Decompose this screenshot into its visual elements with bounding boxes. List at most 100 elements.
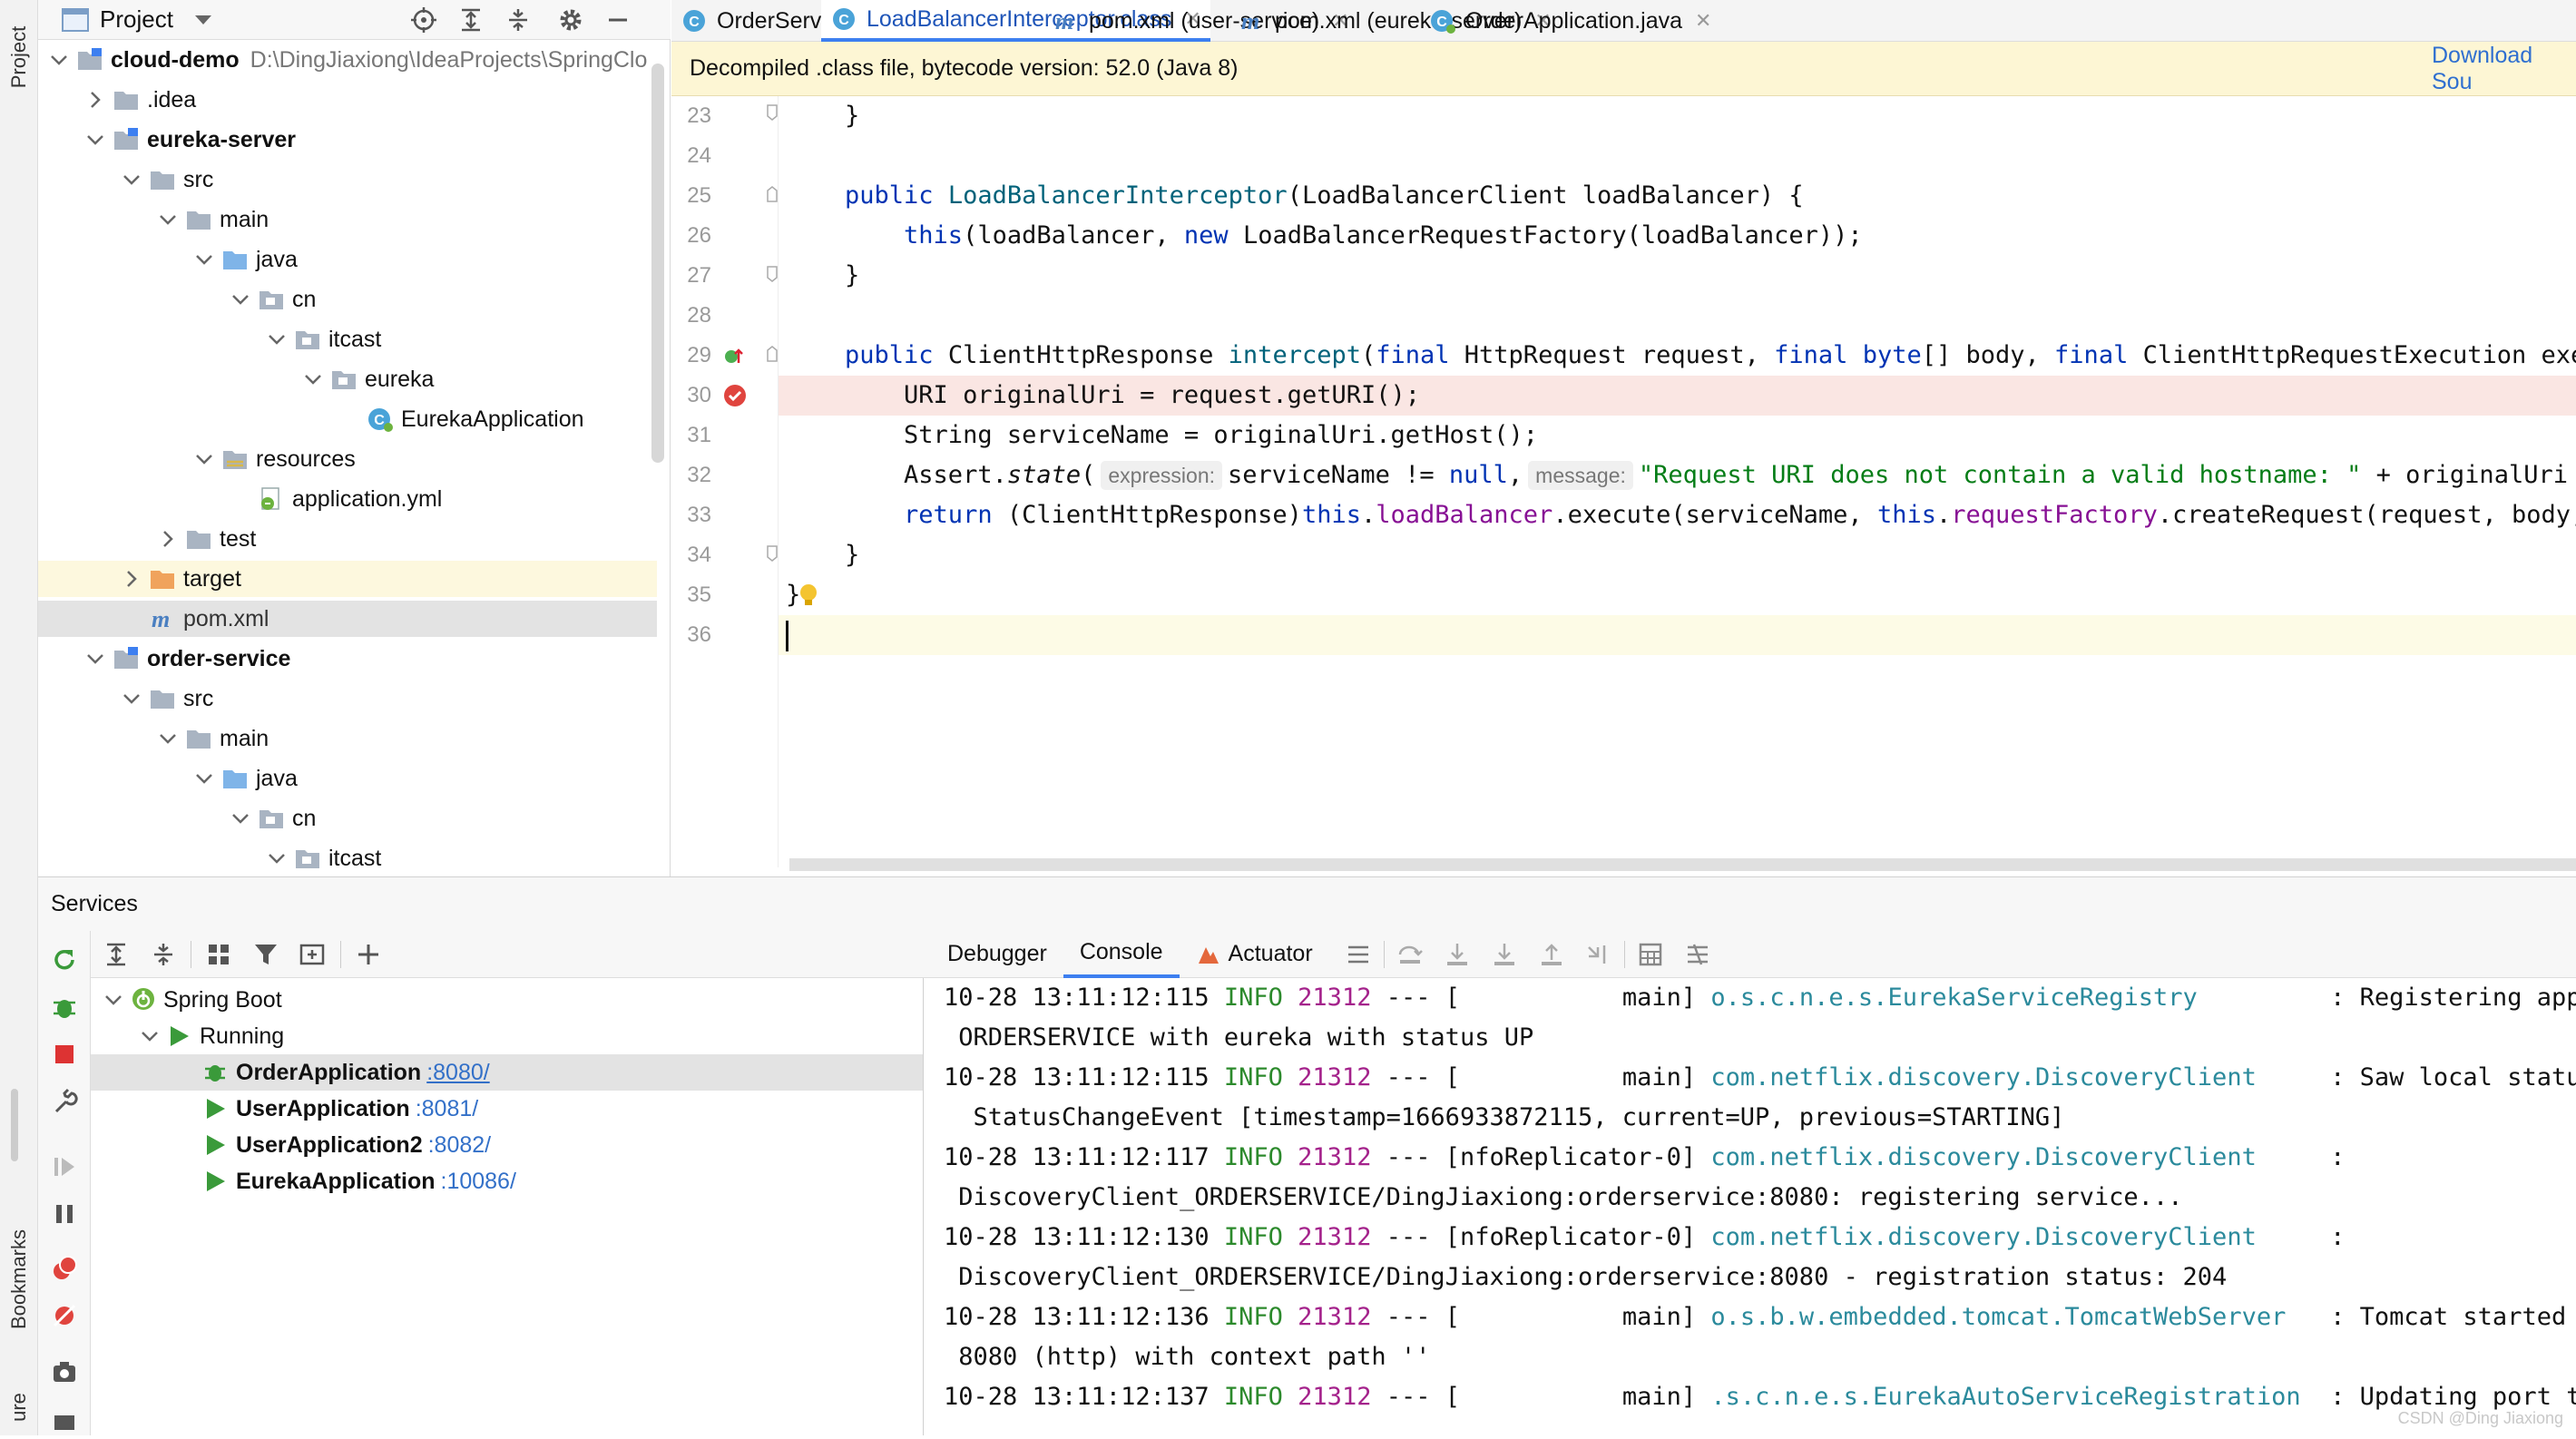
service-node-userapplication2[interactable]: UserApplication2 :8082/	[91, 1127, 923, 1163]
chevron-down-icon[interactable]	[194, 449, 214, 469]
hide-panel-icon[interactable]	[600, 2, 636, 38]
tab-console[interactable]: Console	[1063, 931, 1180, 978]
editor-horizontal-scrollbar[interactable]	[789, 858, 2576, 871]
stripe-drag-handle[interactable]	[11, 1089, 18, 1161]
run-to-cursor-icon[interactable]	[1581, 936, 1617, 973]
service-port-link[interactable]: :8082/	[428, 1132, 492, 1159]
tree-item[interactable]: mpom.xml	[38, 601, 657, 637]
tree-item[interactable]: cloud-demoD:\DingJiaxiong\IdeaProjects\S…	[38, 42, 657, 78]
chevron-down-icon[interactable]	[194, 768, 214, 788]
filter-icon[interactable]	[248, 936, 284, 973]
tree-item[interactable]: application.yml	[38, 481, 657, 517]
chevron-right-icon[interactable]	[85, 90, 105, 110]
bookmarks-tool-button[interactable]: Bookmarks	[2, 1198, 36, 1361]
tree-item[interactable]: itcast	[38, 321, 657, 357]
service-port-link[interactable]: :10086/	[441, 1169, 516, 1195]
tree-item[interactable]: order-service	[38, 641, 657, 677]
force-step-into-icon[interactable]	[1486, 936, 1523, 973]
fold-marker-icon[interactable]	[766, 103, 779, 122]
collapse-all-icon[interactable]	[500, 2, 536, 38]
tree-item[interactable]: CEurekaApplication	[38, 401, 657, 437]
close-tab-icon[interactable]: ✕	[1695, 9, 1711, 33]
new-service-group-icon[interactable]	[295, 936, 331, 973]
expand-all-icon[interactable]	[98, 936, 134, 973]
tree-item[interactable]: java	[38, 241, 657, 278]
tree-item[interactable]: cn	[38, 800, 657, 837]
chevron-down-icon[interactable]	[267, 329, 287, 349]
expand-all-icon[interactable]	[453, 2, 489, 38]
tree-item[interactable]: src	[38, 680, 657, 717]
chevron-down-icon[interactable]	[194, 250, 214, 269]
layout-icon[interactable]	[46, 1403, 83, 1439]
wrench-icon[interactable]	[46, 1083, 83, 1120]
tab-debugger[interactable]: Debugger	[931, 931, 1063, 978]
group-by-icon[interactable]	[201, 936, 237, 973]
rerun-icon[interactable]	[46, 942, 83, 978]
debug-icon[interactable]	[46, 989, 83, 1025]
fold-marker-icon[interactable]	[766, 544, 779, 563]
tree-item[interactable]: resources	[38, 441, 657, 477]
tree-item[interactable]: eureka-server	[38, 122, 657, 158]
resume-icon[interactable]	[46, 1149, 83, 1185]
service-node-running[interactable]: Running	[91, 1018, 923, 1054]
chevron-down-icon[interactable]	[303, 369, 323, 389]
console-output[interactable]: 10-28 13:11:12:115 INFO 21312 --- [ main…	[924, 978, 2576, 1435]
pause-icon[interactable]	[46, 1196, 83, 1232]
fold-marker-icon[interactable]	[766, 185, 779, 203]
camera-icon[interactable]	[46, 1354, 83, 1390]
service-node-eurekaapplication[interactable]: EurekaApplication :10086/	[91, 1163, 923, 1199]
tree-item[interactable]: .idea	[38, 82, 657, 118]
tree-item[interactable]: src	[38, 162, 657, 198]
project-tree-scrollbar[interactable]	[651, 64, 664, 463]
chevron-down-icon[interactable]	[85, 130, 105, 150]
tree-item[interactable]: cn	[38, 281, 657, 318]
service-port-link[interactable]: :8080/	[426, 1060, 490, 1086]
locate-file-icon[interactable]	[406, 2, 442, 38]
chevron-right-icon[interactable]	[122, 569, 142, 589]
chevron-down-icon[interactable]	[230, 289, 250, 309]
chevron-down-icon[interactable]	[158, 729, 178, 749]
tree-item[interactable]: target	[38, 561, 657, 597]
chevron-down-icon[interactable]	[158, 210, 178, 230]
editor-tab[interactable]: COrderApplication.java✕	[1420, 0, 1720, 42]
step-over-icon[interactable]	[1392, 936, 1428, 973]
code-editor[interactable]: } public LoadBalancerInterceptor(LoadBal…	[779, 96, 2576, 867]
tree-item[interactable]: itcast	[38, 840, 657, 876]
fold-marker-icon[interactable]	[766, 345, 779, 363]
tree-item[interactable]: main	[38, 201, 657, 238]
chevron-right-icon[interactable]	[158, 529, 178, 549]
view-breakpoints-icon[interactable]	[46, 1250, 83, 1287]
fold-marker-icon[interactable]	[766, 265, 779, 283]
service-node-userapplication[interactable]: UserApplication :8081/	[91, 1091, 923, 1127]
tree-item[interactable]: java	[38, 760, 657, 797]
download-sources-link[interactable]: Download Sou	[2432, 43, 2576, 95]
lightbulb-icon[interactable]	[798, 582, 818, 608]
add-service-icon[interactable]	[350, 936, 387, 973]
menu-lines-icon[interactable]	[1340, 936, 1376, 973]
override-marker-icon[interactable]	[724, 347, 744, 367]
chevron-down-icon[interactable]	[122, 170, 142, 190]
breakpoint-icon[interactable]	[722, 383, 748, 408]
tree-item[interactable]: test	[38, 521, 657, 557]
tree-item[interactable]: eureka	[38, 361, 657, 397]
collapse-all-icon[interactable]	[145, 936, 181, 973]
chevron-down-icon[interactable]	[267, 848, 287, 868]
chevron-down-icon[interactable]	[103, 990, 123, 1010]
tab-actuator[interactable]: Actuator	[1180, 931, 1329, 978]
step-into-icon[interactable]	[1439, 936, 1475, 973]
service-port-link[interactable]: :8081/	[416, 1096, 479, 1122]
gear-icon[interactable]	[553, 2, 589, 38]
structure-tool-button[interactable]: ure	[2, 1379, 36, 1435]
chevron-down-icon[interactable]	[85, 649, 105, 669]
chevron-down-icon[interactable]	[122, 689, 142, 709]
chevron-down-icon[interactable]	[49, 50, 69, 70]
mute-breakpoints-icon[interactable]	[46, 1297, 83, 1334]
trace-stream-icon[interactable]	[1680, 936, 1716, 973]
project-tool-button[interactable]: Project	[2, 7, 36, 107]
stop-icon[interactable]	[46, 1036, 83, 1072]
chevron-down-icon[interactable]	[193, 14, 213, 26]
chevron-down-icon[interactable]	[140, 1026, 160, 1046]
service-node-spring-boot[interactable]: Spring Boot	[91, 982, 923, 1018]
evaluate-expression-icon[interactable]	[1632, 936, 1669, 973]
tree-item[interactable]: main	[38, 720, 657, 757]
